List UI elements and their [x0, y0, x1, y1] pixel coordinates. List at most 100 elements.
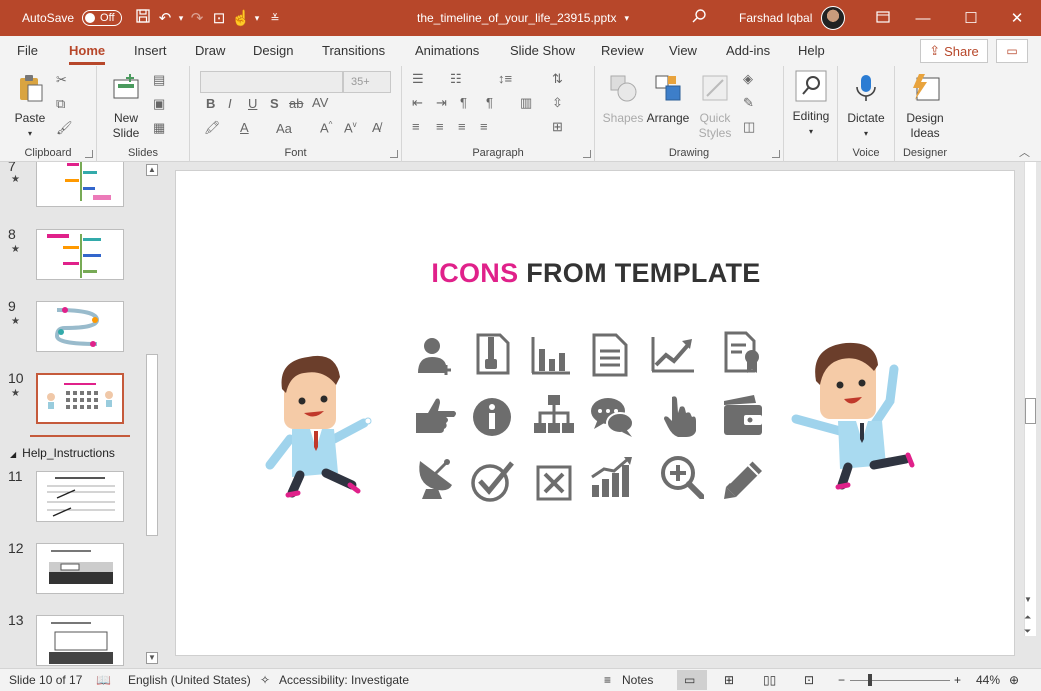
- present-icon[interactable]: ⊡: [208, 9, 230, 27]
- increase-indent-icon[interactable]: ⇥: [436, 95, 447, 111]
- shape-fill-icon[interactable]: ◈: [743, 71, 753, 87]
- accessibility-status[interactable]: Accessibility: Investigate: [279, 673, 409, 687]
- change-case-icon[interactable]: Aa: [276, 121, 292, 136]
- scroll-down-icon[interactable]: ▼: [146, 652, 158, 664]
- avatar[interactable]: [821, 6, 845, 30]
- touch-mode-icon[interactable]: ☝: [230, 9, 252, 27]
- language-indicator[interactable]: English (United States): [128, 673, 251, 687]
- font-size-box[interactable]: 35+: [343, 71, 391, 93]
- notes-icon[interactable]: ≡: [604, 673, 611, 687]
- slideshow-view-icon[interactable]: ⊡: [804, 673, 814, 687]
- underline-icon[interactable]: U: [248, 96, 257, 111]
- tab-help[interactable]: Help: [798, 43, 825, 58]
- shapes-button[interactable]: Shapes: [601, 72, 645, 126]
- scroll-down-icon[interactable]: ▼: [1024, 595, 1032, 604]
- bold-icon[interactable]: B: [206, 96, 215, 111]
- close-icon[interactable]: ✕: [994, 9, 1040, 27]
- tab-animations[interactable]: Animations: [415, 43, 479, 58]
- paste-button[interactable]: Paste ▾: [12, 72, 48, 141]
- accessibility-icon[interactable]: ✧: [260, 673, 270, 687]
- clear-formatting-icon[interactable]: A̸: [372, 120, 381, 135]
- search-icon[interactable]: [688, 8, 710, 28]
- smartart-icon[interactable]: ⊞: [552, 119, 563, 135]
- numbering-icon[interactable]: ☷: [450, 71, 462, 87]
- tab-design[interactable]: Design: [253, 43, 293, 58]
- editing-button[interactable]: Editing ▾: [789, 70, 833, 139]
- layout-icon[interactable]: ▤: [153, 72, 165, 88]
- font-launcher-icon[interactable]: [390, 150, 398, 158]
- slide-title[interactable]: ICONS FROM TEMPLATE: [176, 258, 1016, 289]
- ltr-icon[interactable]: ¶: [460, 95, 467, 110]
- font-color-icon[interactable]: A: [240, 120, 249, 135]
- text-direction-icon[interactable]: ⇅: [552, 71, 563, 87]
- thumbnails-scrollbar[interactable]: ▲ ▼: [145, 162, 159, 668]
- align-center-icon[interactable]: ≡: [436, 119, 444, 134]
- highlight-color-icon[interactable]: 🖍: [204, 120, 221, 136]
- scroll-up-icon[interactable]: ▲: [146, 164, 158, 176]
- zoom-slider-thumb[interactable]: [868, 674, 872, 686]
- tab-transitions[interactable]: Transitions: [322, 43, 385, 58]
- shadow-icon[interactable]: S: [270, 96, 279, 111]
- tab-add-ins[interactable]: Add-ins: [726, 43, 770, 58]
- zoom-out-icon[interactable]: −: [838, 673, 845, 687]
- zoom-level[interactable]: 44%: [976, 673, 1000, 687]
- save-icon[interactable]: [132, 8, 154, 28]
- tab-slide-show[interactable]: Slide Show: [510, 43, 575, 58]
- bullets-icon[interactable]: ☰: [412, 71, 424, 87]
- autosave-toggle[interactable]: Off: [82, 10, 122, 26]
- new-slide-button[interactable]: New Slide: [105, 72, 147, 141]
- customize-toolbar-icon[interactable]: ≚: [262, 12, 288, 25]
- shrink-font-icon[interactable]: Av: [344, 120, 357, 135]
- tab-insert[interactable]: Insert: [134, 43, 167, 58]
- decrease-indent-icon[interactable]: ⇤: [412, 95, 423, 111]
- maximize-icon[interactable]: ☐: [948, 9, 994, 27]
- align-left-icon[interactable]: ≡: [412, 119, 420, 134]
- tab-review[interactable]: Review: [601, 43, 644, 58]
- comments-button[interactable]: ▭: [996, 39, 1028, 63]
- dictate-button[interactable]: Dictate ▾: [844, 72, 888, 141]
- normal-view-icon[interactable]: ▭: [684, 673, 695, 687]
- grow-font-icon[interactable]: A^: [320, 120, 332, 135]
- align-text-icon[interactable]: ⇳: [552, 95, 563, 111]
- collapse-ribbon-icon[interactable]: ︿: [1019, 144, 1030, 160]
- columns-icon[interactable]: ▥: [520, 95, 532, 111]
- rtl-icon[interactable]: ¶: [486, 95, 493, 110]
- arrange-button[interactable]: Arrange: [645, 72, 691, 126]
- slide-scrollbar[interactable]: ▼ ⏶ ⏷: [1022, 162, 1038, 668]
- line-spacing-icon[interactable]: ↕≡: [498, 71, 512, 86]
- collapse-section-icon[interactable]: ◢: [10, 450, 16, 459]
- font-name-box[interactable]: [200, 71, 343, 93]
- fit-to-window-icon[interactable]: ⊕: [1009, 673, 1019, 687]
- slide[interactable]: ICONS FROM TEMPLATE: [175, 170, 1015, 656]
- minimize-icon[interactable]: —: [898, 10, 948, 27]
- strikethrough-icon[interactable]: ab: [289, 96, 303, 111]
- section-icon[interactable]: ▦: [153, 120, 165, 136]
- ribbon-display-options-icon[interactable]: [868, 10, 898, 27]
- character-spacing-icon[interactable]: AV: [312, 95, 328, 110]
- clipboard-launcher-icon[interactable]: [85, 150, 93, 158]
- zoom-slider[interactable]: [850, 680, 950, 681]
- cut-icon[interactable]: ✂: [56, 72, 67, 88]
- previous-slide-icon[interactable]: ⏶: [1024, 612, 1031, 623]
- undo-dropdown-icon[interactable]: ▾: [176, 13, 186, 24]
- undo-icon[interactable]: ↶: [154, 9, 176, 27]
- tab-view[interactable]: View: [669, 43, 697, 58]
- spelling-icon[interactable]: 📖: [96, 673, 111, 687]
- align-right-icon[interactable]: ≡: [458, 119, 466, 134]
- tab-home[interactable]: Home: [69, 43, 106, 65]
- format-painter-icon[interactable]: 🖌: [56, 120, 73, 136]
- scroll-thumb[interactable]: [1025, 398, 1036, 424]
- drawing-launcher-icon[interactable]: [772, 150, 780, 158]
- share-button[interactable]: ⇪ Share: [920, 39, 988, 63]
- copy-icon[interactable]: ⧉: [56, 96, 65, 112]
- slide-sorter-icon[interactable]: ⊞: [724, 673, 734, 687]
- scroll-thumb[interactable]: [146, 354, 158, 536]
- zoom-in-icon[interactable]: +: [954, 673, 961, 687]
- next-slide-icon[interactable]: ⏷: [1024, 626, 1031, 637]
- tab-draw[interactable]: Draw: [195, 43, 225, 58]
- notes-button[interactable]: Notes: [622, 673, 653, 687]
- shape-outline-icon[interactable]: ✎: [743, 95, 754, 111]
- shape-effects-icon[interactable]: ◫: [743, 119, 755, 135]
- quick-styles-button[interactable]: Quick Styles: [693, 72, 737, 141]
- reading-view-icon[interactable]: ▯▯: [763, 673, 776, 687]
